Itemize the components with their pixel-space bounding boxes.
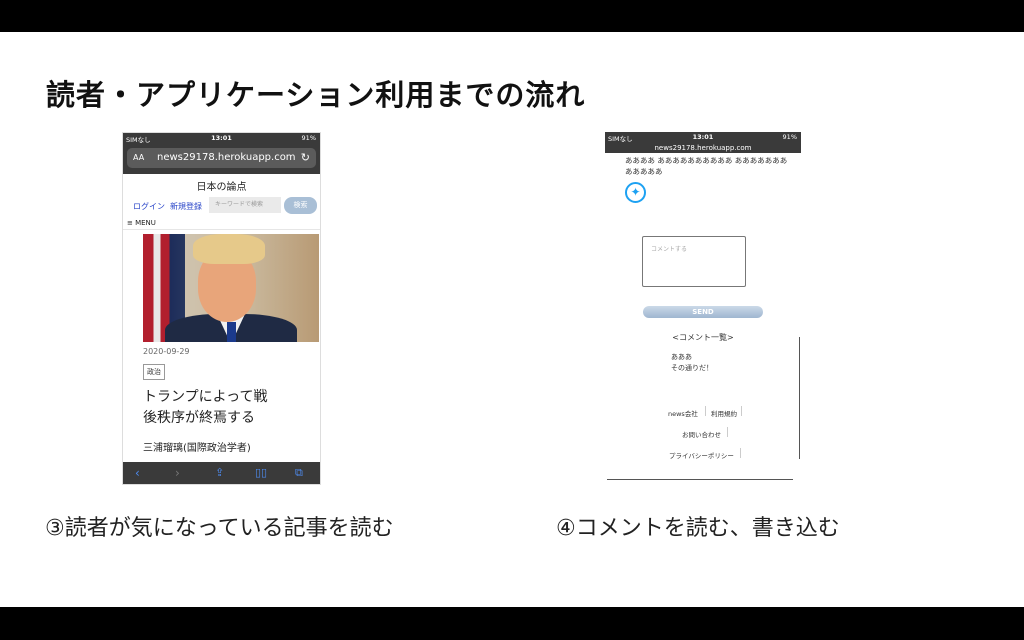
slide: 読者・アプリケーション利用までの流れ SIMなし 13:01 91% AA ne… bbox=[0, 32, 1024, 607]
footer-contact-link[interactable]: お問い合わせ bbox=[682, 429, 721, 439]
article-photo[interactable] bbox=[143, 234, 319, 342]
status-bar: SIMなし 13:01 91% bbox=[123, 133, 320, 144]
comment-item: その通りだ！ bbox=[671, 364, 713, 372]
twitter-icon[interactable]: ✦ bbox=[625, 182, 646, 203]
footer-company-link[interactable]: news会社 bbox=[668, 408, 698, 418]
divider bbox=[799, 337, 800, 459]
slide-title: 読者・アプリケーション利用までの流れ bbox=[46, 78, 586, 112]
menu-toggle[interactable]: ≡ MENU bbox=[123, 219, 320, 230]
article-date: 2020-09-29 bbox=[143, 347, 190, 356]
article-headline[interactable]: トランプによって戦 後秩序が終焉する bbox=[143, 387, 293, 429]
back-icon[interactable]: ‹ bbox=[135, 466, 140, 480]
comment-page-screenshot: SIMなし 13:01 91% news29178.herokuapp.com … bbox=[605, 132, 801, 482]
footer-divider bbox=[607, 479, 793, 480]
bookmarks-icon[interactable]: ▯▯ bbox=[255, 466, 267, 479]
footer-privacy-link[interactable]: プライバシーポリシー bbox=[669, 450, 734, 460]
tabs-icon[interactable]: ⧉ bbox=[295, 466, 303, 480]
login-row: ログイン 新規登録 キーワードで検索 検索 bbox=[123, 195, 320, 217]
clock: 13:01 bbox=[692, 133, 714, 141]
caption-step-3: ③読者が気になっている記事を読む bbox=[45, 516, 394, 541]
battery-label: 91% bbox=[782, 133, 797, 141]
login-link[interactable]: ログイン bbox=[133, 201, 165, 212]
battery-label: 91% bbox=[301, 134, 316, 142]
url-text: news29178.herokuapp.com bbox=[157, 152, 296, 163]
article-page-screenshot: SIMなし 13:01 91% AA news29178.herokuapp.c… bbox=[122, 132, 321, 485]
footer-terms-link[interactable]: 利用規約 bbox=[711, 408, 737, 418]
url-text[interactable]: news29178.herokuapp.com bbox=[605, 143, 801, 153]
caption-step-4: ④コメントを読む、書き込む bbox=[556, 516, 840, 541]
category-tag[interactable]: 政治 bbox=[143, 364, 165, 380]
text-size-button[interactable]: AA bbox=[133, 153, 144, 162]
search-input[interactable]: キーワードで検索 bbox=[209, 197, 281, 213]
browser-toolbar: ‹ › ⇪ ▯▯ ⧉ bbox=[123, 462, 320, 484]
address-field[interactable]: AA news29178.herokuapp.com ↻ bbox=[127, 148, 316, 168]
article-body: ああああ ああああああああああ ああああああああああああ bbox=[625, 156, 788, 176]
forward-icon[interactable]: › bbox=[175, 466, 180, 480]
article-author: 三浦瑠璃(国際政治学者) bbox=[143, 443, 251, 454]
headline-line-1: トランプによって戦 bbox=[143, 389, 268, 405]
reload-icon[interactable]: ↻ bbox=[301, 151, 310, 164]
clock: 13:01 bbox=[211, 134, 232, 142]
comment-item: あああ bbox=[671, 353, 692, 361]
comment-input[interactable]: コメントする bbox=[642, 236, 746, 287]
headline-line-2: 後秩序が終焉する bbox=[143, 410, 255, 426]
browser-url-bar: AA news29178.herokuapp.com ↻ bbox=[123, 144, 320, 174]
status-bar: SIMなし 13:01 91% bbox=[605, 132, 801, 143]
send-button[interactable]: SEND bbox=[643, 306, 763, 318]
site-title: 日本の論点 bbox=[196, 182, 247, 193]
register-link[interactable]: 新規登録 bbox=[170, 201, 202, 212]
search-button[interactable]: 検索 bbox=[284, 197, 317, 214]
comment-list-title: <コメント一覧> bbox=[672, 333, 734, 342]
share-icon[interactable]: ⇪ bbox=[215, 466, 224, 479]
